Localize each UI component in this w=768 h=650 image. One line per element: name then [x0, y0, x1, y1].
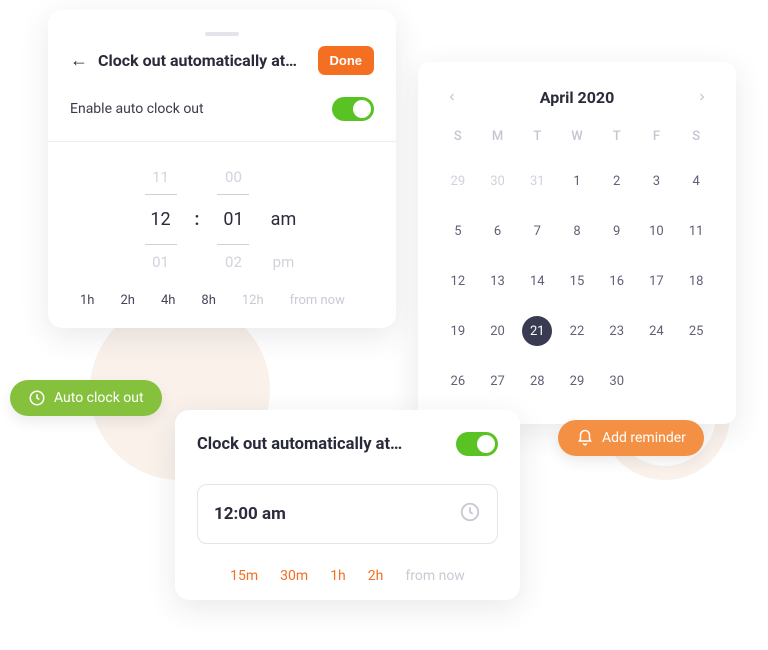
calendar-day[interactable]: 30	[597, 360, 637, 402]
chevron-left-icon	[446, 91, 458, 103]
chevron-right-icon	[696, 91, 708, 103]
calendar-day[interactable]: 15	[557, 260, 597, 302]
hour-next: 01	[152, 253, 169, 271]
day-of-week-header: S	[676, 129, 716, 152]
hour-selected: 12	[150, 203, 170, 236]
calendar-day[interactable]: 8	[557, 210, 597, 252]
calendar-day[interactable]: 24	[637, 310, 677, 352]
day-of-week-header: S	[438, 129, 478, 152]
hour-column[interactable]: 11 12 01	[145, 168, 177, 271]
calendar-day[interactable]: 28	[517, 360, 557, 402]
calendar-day[interactable]: 20	[478, 310, 518, 352]
calendar-day[interactable]: 22	[557, 310, 597, 352]
calendar-day[interactable]: 19	[438, 310, 478, 352]
time-value: 12:00 am	[214, 504, 286, 524]
day-of-week-header: T	[517, 129, 557, 152]
day-of-week-header: F	[637, 129, 677, 152]
done-button[interactable]: Done	[318, 46, 375, 75]
calendar-day[interactable]: 27	[478, 360, 518, 402]
quick-duration-row: 15m 30m 1h 2h from now	[197, 568, 498, 584]
quick-2h[interactable]: 2h	[368, 568, 384, 584]
calendar-day[interactable]: 29	[557, 360, 597, 402]
quick-1h[interactable]: 1h	[80, 293, 94, 308]
calendar-day[interactable]: 11	[676, 210, 716, 252]
calendar-day[interactable]: 14	[517, 260, 557, 302]
enable-toggle[interactable]	[332, 97, 374, 121]
quick-suffix: from now	[405, 568, 464, 584]
clock-icon	[459, 501, 481, 527]
auto-clock-out-card: ← Clock out automatically at… Done Enabl…	[48, 10, 396, 328]
calendar-day[interactable]: 31	[517, 160, 557, 202]
minute-prev: 00	[225, 168, 242, 186]
quick-duration-row: 1h 2h 4h 8h 12h from now	[70, 289, 374, 314]
enable-toggle[interactable]	[456, 432, 498, 456]
calendar-day[interactable]: 4	[676, 160, 716, 202]
back-arrow-icon[interactable]: ←	[70, 50, 88, 71]
add-reminder-badge[interactable]: Add reminder	[558, 420, 704, 456]
calendar-day[interactable]: 18	[676, 260, 716, 302]
day-of-week-header: M	[478, 129, 518, 152]
prev-month-button[interactable]	[438, 84, 466, 111]
calendar-day[interactable]: 1	[557, 160, 597, 202]
calendar-day[interactable]: 10	[637, 210, 677, 252]
calendar-day[interactable]: 26	[438, 360, 478, 402]
calendar-day[interactable]: 5	[438, 210, 478, 252]
card-title: Clock out automatically at…	[98, 51, 308, 70]
calendar-day[interactable]: 3	[637, 160, 677, 202]
bell-icon	[576, 429, 594, 447]
calendar-day[interactable]: 13	[478, 260, 518, 302]
quick-4h[interactable]: 4h	[161, 293, 175, 308]
card-title: Clock out automatically at…	[197, 435, 402, 454]
quick-15m[interactable]: 15m	[230, 568, 258, 584]
minute-next: 02	[225, 253, 242, 271]
day-of-week-header: T	[597, 129, 637, 152]
quick-1h[interactable]: 1h	[330, 568, 346, 584]
time-colon: :	[195, 209, 200, 230]
quick-2h[interactable]: 2h	[120, 293, 134, 308]
calendar-day[interactable]: 9	[597, 210, 637, 252]
calendar-day[interactable]: 21	[517, 310, 557, 352]
badge-label: Auto clock out	[54, 390, 144, 406]
calendar-day[interactable]: 23	[597, 310, 637, 352]
quick-suffix: from now	[290, 293, 345, 308]
calendar-day[interactable]: 2	[597, 160, 637, 202]
clock-auto-icon	[28, 389, 46, 407]
calendar-title: April 2020	[540, 88, 615, 107]
calendar-day[interactable]: 12	[438, 260, 478, 302]
quick-30m[interactable]: 30m	[280, 568, 308, 584]
minute-selected: 01	[223, 203, 243, 236]
auto-clock-out-badge[interactable]: Auto clock out	[10, 380, 162, 416]
calendar-day[interactable]: 6	[478, 210, 518, 252]
next-month-button[interactable]	[688, 84, 716, 111]
time-picker[interactable]: 11 12 01 : 00 01 02 am pm	[70, 142, 374, 289]
hour-prev: 11	[152, 168, 169, 186]
time-field[interactable]: 12:00 am	[197, 484, 498, 544]
auto-clock-out-compact-card: Clock out automatically at… 12:00 am 15m…	[175, 410, 520, 600]
enable-label: Enable auto clock out	[70, 101, 204, 117]
day-of-week-header: W	[557, 129, 597, 152]
calendar-day[interactable]: 7	[517, 210, 557, 252]
calendar-day[interactable]: 16	[597, 260, 637, 302]
minute-column[interactable]: 00 01 02	[217, 168, 249, 271]
calendar-day[interactable]: 25	[676, 310, 716, 352]
quick-12h[interactable]: 12h	[242, 293, 264, 308]
period-alt: pm	[273, 253, 295, 271]
calendar-day[interactable]: 29	[438, 160, 478, 202]
drag-handle[interactable]	[205, 32, 239, 36]
calendar-day[interactable]: 30	[478, 160, 518, 202]
calendar-day[interactable]: 17	[637, 260, 677, 302]
quick-8h[interactable]: 8h	[201, 293, 215, 308]
period-column[interactable]: am pm	[267, 168, 299, 271]
calendar-card: April 2020 SMTWTFS2930311234567891011121…	[418, 62, 736, 424]
calendar-grid: SMTWTFS293031123456789101112131415161718…	[438, 129, 716, 402]
period-selected: am	[271, 203, 297, 236]
badge-label: Add reminder	[602, 430, 686, 446]
